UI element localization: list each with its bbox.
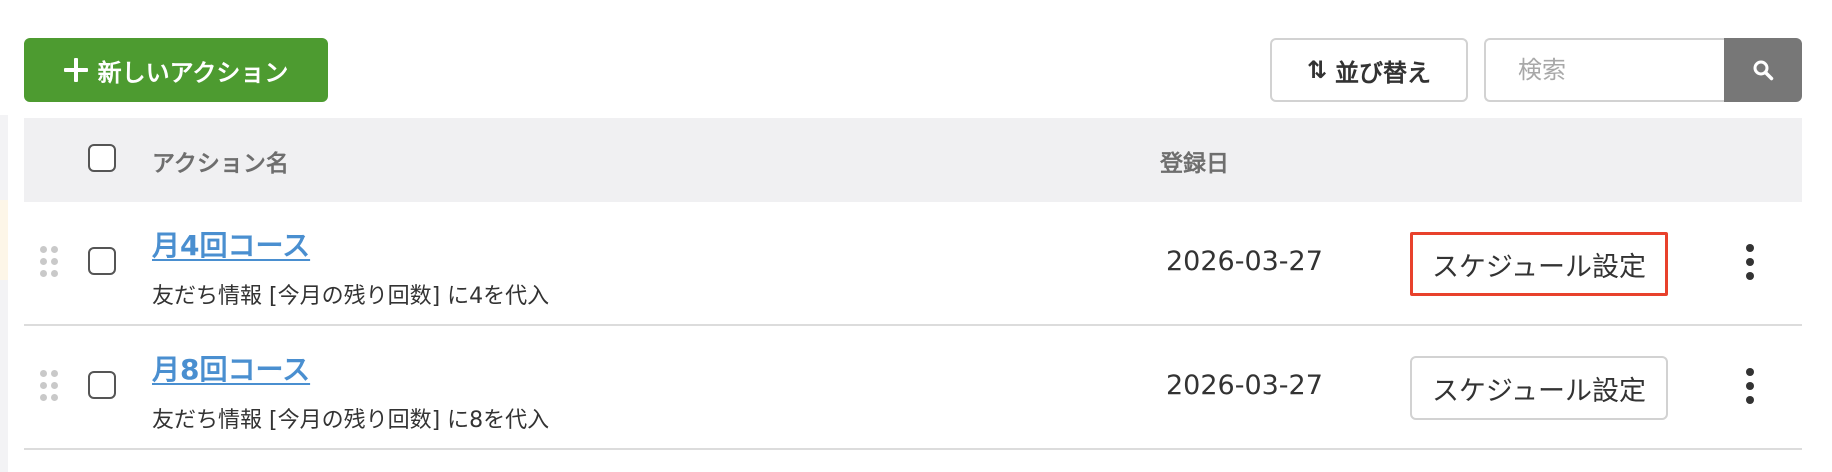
sort-button[interactable]: ⇅ 並び替え [1270, 38, 1468, 102]
action-description: 友だち情報 [今月の残り回数] に8を代入 [152, 408, 550, 433]
select-all-checkbox[interactable] [88, 144, 116, 172]
search-button[interactable] [1724, 38, 1802, 102]
action-description: 友だち情報 [今月の残り回数] に4を代入 [152, 284, 550, 309]
search-icon [1753, 60, 1774, 81]
registration-date: 2026-03-27 [1166, 370, 1323, 401]
sort-label: 並び替え [1335, 58, 1432, 87]
schedule-settings-button[interactable]: スケジュール設定 [1410, 356, 1668, 420]
new-action-button[interactable]: 新しいアクション [24, 38, 328, 102]
action-name-link[interactable]: 月8回コース [152, 348, 310, 388]
drag-handle-icon[interactable] [40, 370, 60, 402]
column-header-date: 登録日 [1160, 151, 1229, 177]
more-vertical-icon[interactable] [1742, 244, 1758, 280]
table-row: 月8回コース 友だち情報 [今月の残り回数] に8を代入 2026-03-27 … [24, 326, 1802, 450]
search-input[interactable] [1484, 38, 1724, 102]
schedule-settings-button[interactable]: スケジュール設定 [1410, 232, 1668, 296]
plus-icon [63, 58, 88, 82]
actions-page: 新しいアクション ⇅ 並び替え アクション名 登録日 月4回コース 友だち情報 … [0, 0, 1832, 472]
sort-arrows-icon: ⇅ [1306, 56, 1328, 84]
more-vertical-icon[interactable] [1742, 368, 1758, 404]
action-name-link[interactable]: 月4回コース [152, 224, 310, 264]
column-header-name: アクション名 [152, 151, 289, 177]
registration-date: 2026-03-27 [1166, 246, 1323, 277]
drag-handle-icon[interactable] [40, 246, 60, 278]
left-edge-accent [0, 200, 8, 280]
row-checkbox[interactable] [88, 371, 116, 399]
row-checkbox[interactable] [88, 247, 116, 275]
table-row: 月4回コース 友だち情報 [今月の残り回数] に4を代入 2026-03-27 … [24, 202, 1802, 326]
left-edge-strip [0, 115, 8, 472]
new-action-label: 新しいアクション [97, 58, 289, 87]
search-box [1484, 38, 1802, 102]
table-header: アクション名 登録日 [24, 118, 1802, 202]
